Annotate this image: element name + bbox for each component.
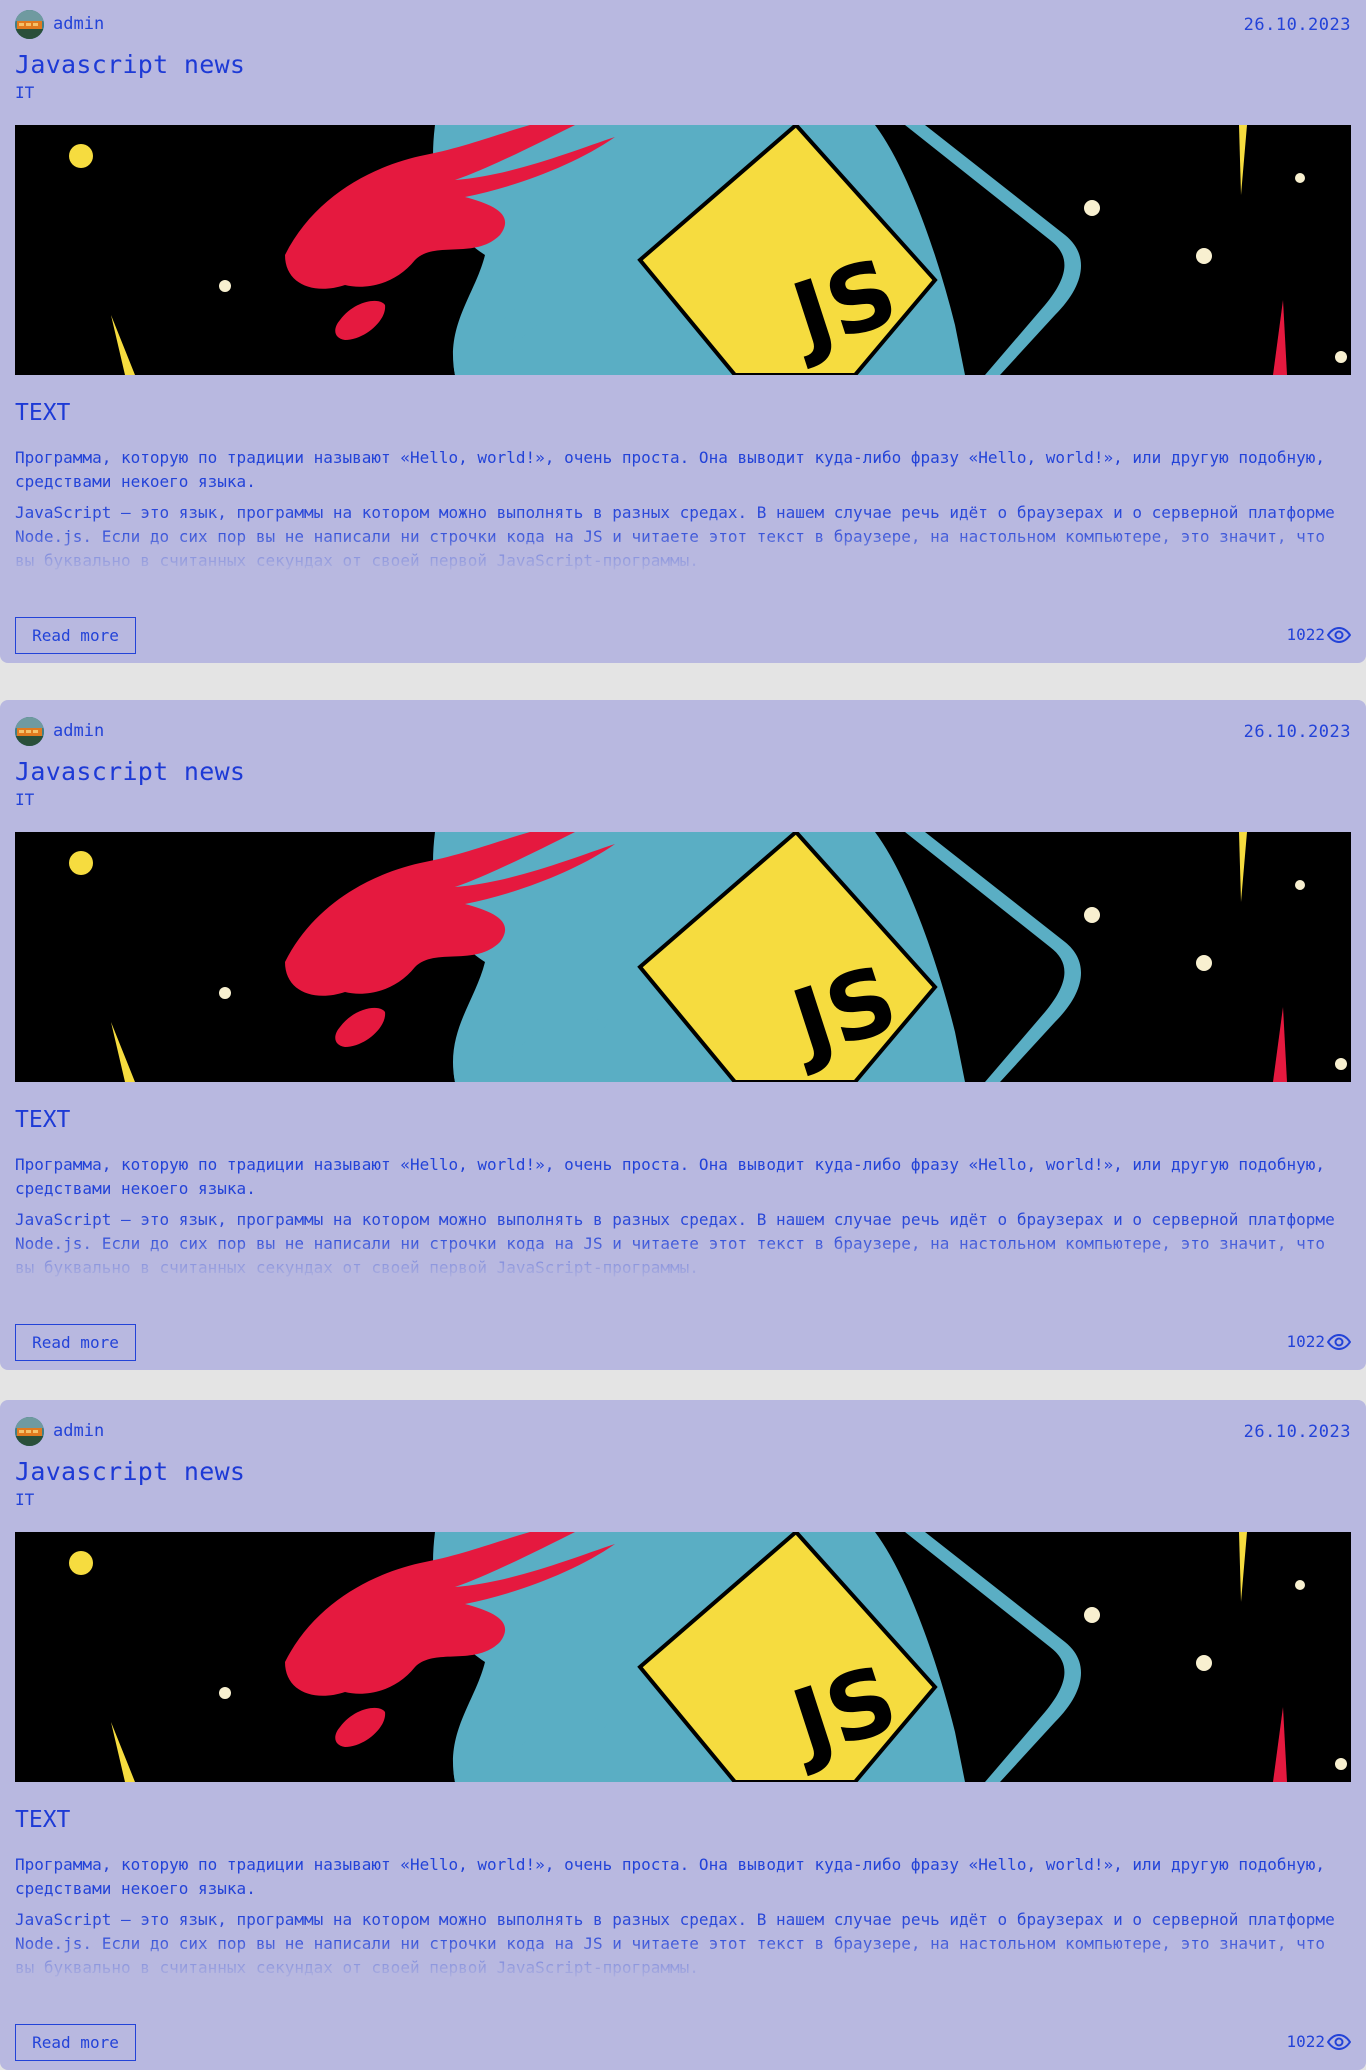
author-name: admin (53, 721, 105, 741)
views-count: 1022 (1286, 1332, 1325, 1351)
post-category[interactable]: IT (15, 83, 34, 102)
author-link[interactable]: admin (15, 9, 104, 39)
post-date: 26.10.2023 (1243, 1422, 1351, 1442)
author-name: admin (53, 14, 105, 34)
post-header: admin 26.10.2023 (15, 1416, 1351, 1446)
read-more-button[interactable]: Read more (15, 617, 136, 654)
author-link[interactable]: admin (15, 716, 104, 746)
views-counter: 1022 (1286, 2032, 1351, 2051)
author-name: admin (53, 1421, 105, 1441)
eye-icon (1327, 626, 1351, 643)
javascript-banner-image: JS (15, 1532, 1351, 1782)
avatar (15, 1416, 44, 1446)
post-date: 26.10.2023 (1243, 722, 1351, 742)
read-more-button[interactable]: Read more (15, 1324, 136, 1361)
avatar (15, 716, 44, 746)
post-header: admin 26.10.2023 (15, 9, 1351, 39)
views-counter: 1022 (1286, 625, 1351, 644)
eye-icon (1327, 1333, 1351, 1350)
views-counter: 1022 (1286, 1332, 1351, 1351)
post-subtitle: TEXT (15, 1107, 71, 1133)
post-subtitle: TEXT (15, 1807, 71, 1833)
read-more-button[interactable]: Read more (15, 2024, 136, 2061)
views-count: 1022 (1286, 625, 1325, 644)
post-header: admin 26.10.2023 (15, 716, 1351, 746)
post-title[interactable]: Javascript news (15, 757, 245, 786)
post-title[interactable]: Javascript news (15, 1457, 245, 1486)
post-card: admin 26.10.2023 Javascript news IT JS T… (0, 700, 1366, 1370)
post-date: 26.10.2023 (1243, 15, 1351, 35)
post-intro: Программа, которую по традиции называют … (15, 448, 1326, 491)
javascript-banner-image: JS (15, 832, 1351, 1082)
post-intro: Программа, которую по традиции называют … (15, 1155, 1326, 1198)
javascript-banner-image: JS (15, 125, 1351, 375)
post-feed: admin 26.10.2023 Javascript news IT JS T… (0, 0, 1366, 2070)
post-excerpt: JavaScript — это язык, программы на кото… (15, 503, 1335, 570)
post-card: admin 26.10.2023 Javascript news IT JS T… (0, 1400, 1366, 2070)
post-card: admin 26.10.2023 Javascript news IT JS T… (0, 0, 1366, 663)
eye-icon (1327, 2033, 1351, 2050)
post-subtitle: TEXT (15, 400, 71, 426)
post-excerpt: JavaScript — это язык, программы на кото… (15, 1910, 1335, 1977)
post-title[interactable]: Javascript news (15, 50, 245, 79)
views-count: 1022 (1286, 2032, 1325, 2051)
avatar (15, 9, 44, 39)
post-excerpt: JavaScript — это язык, программы на кото… (15, 1210, 1335, 1277)
post-intro: Программа, которую по традиции называют … (15, 1855, 1326, 1898)
post-category[interactable]: IT (15, 790, 34, 809)
post-category[interactable]: IT (15, 1490, 34, 1509)
author-link[interactable]: admin (15, 1416, 104, 1446)
